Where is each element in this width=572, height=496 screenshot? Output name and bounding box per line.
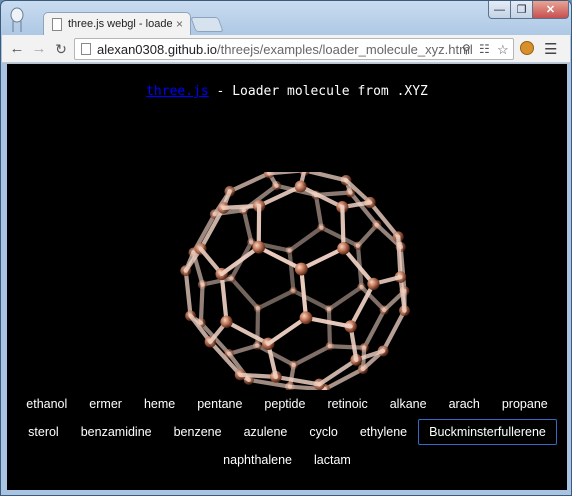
bond: [299, 246, 346, 272]
browser-tab[interactable]: three.js webgl - loader mo ×: [43, 12, 191, 36]
menu-icon[interactable]: ☰: [544, 40, 557, 58]
address-bar[interactable]: alexan0308.github.io/threejs/examples/lo…: [74, 38, 514, 60]
molecule-button-pentane[interactable]: pentane: [186, 391, 253, 417]
tab-title: three.js webgl - loader mo: [68, 18, 172, 30]
page-info-icon[interactable]: [81, 43, 91, 55]
bond: [287, 248, 296, 293]
bond: [299, 266, 309, 320]
bond: [291, 344, 333, 368]
buckminsterfullerene-molecule[interactable]: [177, 172, 417, 390]
atom: [294, 262, 308, 276]
bond: [227, 172, 272, 194]
atom: [220, 315, 233, 328]
atom: [289, 286, 298, 295]
forward-arrow-icon[interactable]: →: [30, 40, 48, 58]
bond: [224, 319, 271, 346]
molecule-button-benzene[interactable]: benzene: [163, 419, 233, 445]
molecule-button-propane[interactable]: propane: [491, 391, 559, 417]
molecule-button-azulene[interactable]: azulene: [233, 419, 299, 445]
bond: [396, 234, 403, 280]
molecule-button-lactam[interactable]: lactam: [303, 447, 362, 473]
molecule-button-retinoic[interactable]: retinoic: [316, 391, 378, 417]
molecule-button-bar: ethanol ermer heme pentane peptide retinoic al…: [17, 391, 557, 475]
molecule-button-row: sterol benzamidine benzene azulene cyclo ethy…: [17, 419, 557, 445]
molecule-button-heme[interactable]: heme: [133, 391, 186, 417]
bond: [319, 225, 361, 248]
atom: [252, 240, 266, 254]
bond: [287, 225, 324, 253]
atom: [299, 311, 313, 325]
bond: [291, 288, 332, 312]
bond: [327, 344, 367, 350]
molecule-button-alkane[interactable]: alkane: [379, 391, 438, 417]
atom: [294, 180, 307, 193]
maximize-button[interactable]: ❐: [510, 1, 533, 19]
bond: [273, 374, 322, 387]
page-title: - Loader molecule from .XYZ: [208, 84, 428, 99]
bond: [198, 282, 205, 325]
url-text[interactable]: alexan0308.github.io/threejs/examples/lo…: [97, 42, 473, 57]
browser-toolbar: ← → ↻ alexan0308.github.io/threejs/examp…: [2, 35, 570, 63]
page-favicon-icon: [52, 18, 62, 31]
bond: [381, 308, 407, 354]
bond: [255, 288, 296, 311]
extension-cookie-icon[interactable]: [520, 41, 534, 55]
info-header: three.js - Loader molecule from .XYZ: [7, 84, 567, 99]
webgl-viewport[interactable]: three.js - Loader molecule from .XYZ eth…: [7, 64, 567, 490]
title-bar: three.js webgl - loader mo × — ❐ ✕: [1, 1, 571, 36]
molecule-button-ermer[interactable]: ermer: [78, 391, 133, 417]
atom: [337, 242, 350, 255]
tab-close-icon[interactable]: ×: [176, 17, 183, 31]
back-arrow-icon[interactable]: ←: [8, 40, 26, 58]
atom: [367, 277, 380, 291]
molecule-button-ethylene[interactable]: ethylene: [349, 419, 418, 445]
molecule-button-peptide[interactable]: peptide: [253, 391, 316, 417]
threejs-link[interactable]: three.js: [146, 84, 209, 99]
molecule-button-sterol[interactable]: sterol: [17, 419, 70, 445]
molecule-button-buckminsterfullerene[interactable]: Buckminsterfullerene: [418, 419, 557, 445]
molecule-button-cyclo[interactable]: cyclo: [298, 419, 348, 445]
browser-window: three.js webgl - loader mo × — ❐ ✕ ← → ↻…: [0, 0, 572, 496]
bond: [183, 268, 193, 318]
profile-icon[interactable]: [10, 7, 24, 33]
bond: [219, 245, 261, 277]
bond: [298, 184, 345, 210]
bond: [229, 276, 261, 311]
molecule-button-row: ethanol ermer heme pentane peptide retinoic al…: [17, 391, 557, 417]
minimize-button[interactable]: —: [488, 1, 511, 19]
bond: [326, 284, 364, 312]
close-window-button[interactable]: ✕: [532, 1, 569, 19]
bookmark-star-icon[interactable]: ☆: [497, 42, 509, 58]
translate-icon[interactable]: ☷: [479, 42, 490, 56]
molecule-button-row: naphthalene lactam: [17, 447, 557, 473]
bond: [313, 192, 324, 230]
bond: [241, 208, 254, 245]
bond: [255, 343, 296, 368]
new-tab-button[interactable]: [190, 17, 224, 32]
molecule-button-naphthalene[interactable]: naphthalene: [212, 447, 303, 473]
molecule-button-benzamidine[interactable]: benzamidine: [70, 419, 163, 445]
bond: [326, 307, 333, 349]
molecule-button-arach[interactable]: arach: [438, 391, 491, 417]
bond: [246, 377, 293, 389]
bond: [362, 307, 387, 350]
bond: [267, 172, 306, 176]
molecule-button-ethanol[interactable]: ethanol: [15, 391, 78, 417]
reload-icon[interactable]: ↻: [52, 40, 70, 58]
bond: [303, 172, 349, 183]
zoom-icon[interactable]: ⚲: [462, 42, 471, 56]
bond: [266, 315, 309, 346]
